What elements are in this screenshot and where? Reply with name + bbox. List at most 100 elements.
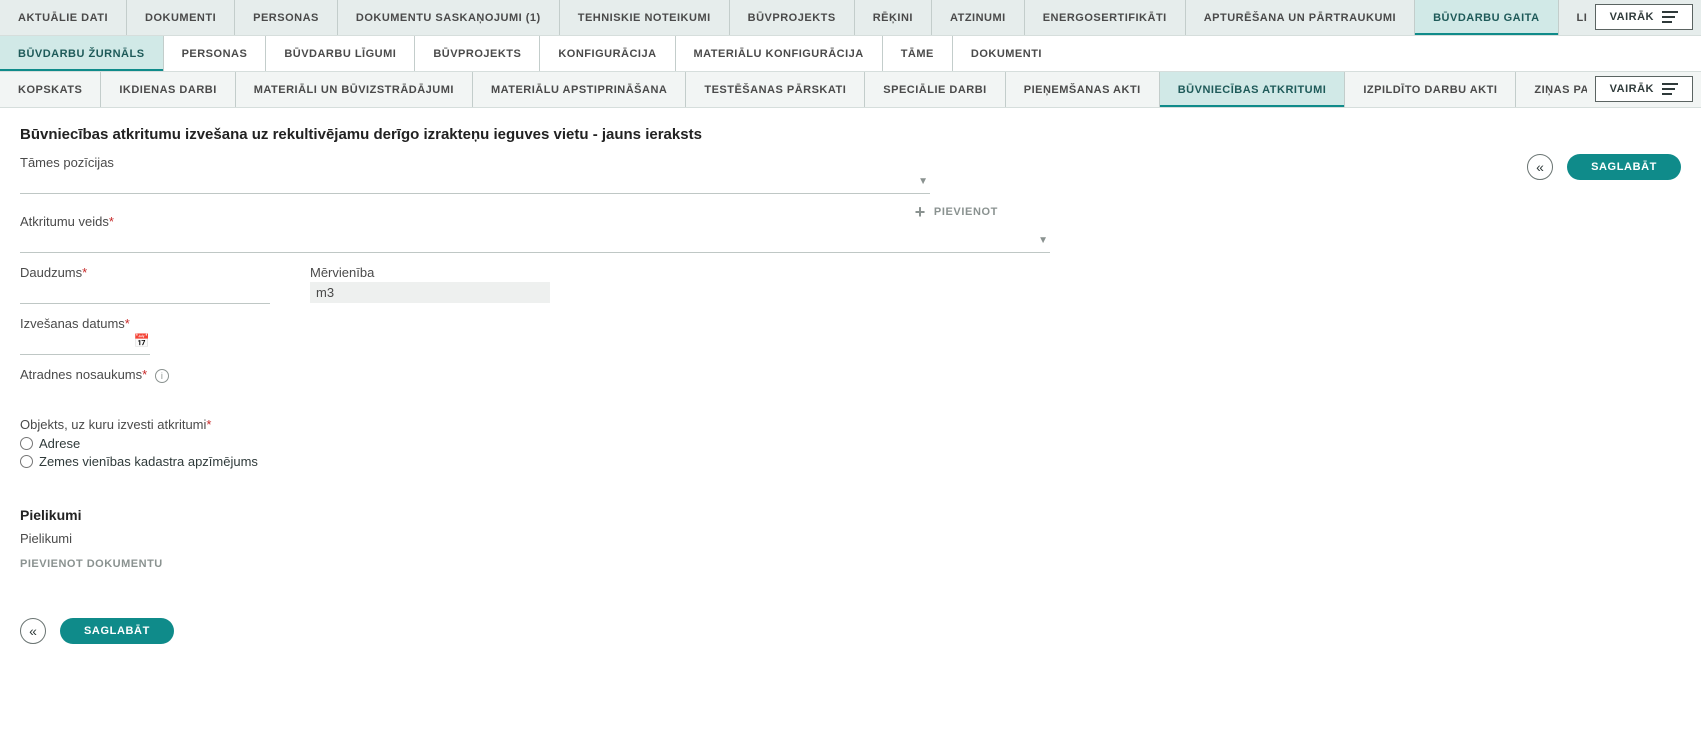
tames-add-button[interactable]: + PIEVIENOT [915,203,998,221]
tab-label: KOPSKATS [18,84,82,96]
tab-label: ATZINUMI [950,12,1006,24]
tab-label: PERSONAS [182,48,248,60]
tabs-level2: BŪVDARBU ŽURNĀLS PERSONAS BŪVDARBU LĪGUMI B… [0,36,1701,72]
tab-label: BŪVDARBU LĪGUMI [284,48,396,60]
chevron-double-left-icon: « [29,623,37,639]
tab-tabs_level3-4[interactable]: TESTĒŠANAS PĀRSKATI [686,72,865,107]
izvesanas-datums-input[interactable] [20,333,150,355]
tab-tabs_level1-9[interactable]: APTURĒŠANA UN PĀRTRAUKUMI [1186,0,1415,35]
more-button-label: VAIRĀK [1610,11,1654,23]
atkritumu-veids-select[interactable] [20,231,1050,253]
tab-tabs_level3-1[interactable]: IKDIENAS DARBI [101,72,235,107]
tab-tabs_level2-3[interactable]: BŪVPROJEKTS [415,36,540,71]
radio-kadastrs-row[interactable]: Zemes vienības kadastra apzīmējums [20,454,1681,469]
tab-label: BŪVNIECĪBAS ATKRITUMI [1178,84,1327,96]
tab-label: BŪVDARBU ŽURNĀLS [18,48,145,60]
tab-tabs_level2-4[interactable]: KONFIGURĀCIJA [540,36,675,71]
tab-label: RĒĶINI [873,12,913,24]
tames-select[interactable] [20,172,930,194]
tab-label: PERSONAS [253,12,319,24]
tab-label: SPECIĀLIE DARBI [883,84,986,96]
tab-tabs_level3-7[interactable]: BŪVNIECĪBAS ATKRITUMI [1160,72,1346,107]
tab-tabs_level2-0[interactable]: BŪVDARBU ŽURNĀLS [0,36,164,71]
tab-tabs_level2-7[interactable]: DOKUMENTI [953,36,1060,71]
tab-label: DOKUMENTI [145,12,216,24]
tab-label: IZPILDĪTO DARBU AKTI [1363,84,1497,96]
save-button-top[interactable]: SAGLABĀT [1567,154,1681,180]
tab-label: DOKUMENTU SASKAŅOJUMI (1) [356,12,541,24]
daudzums-input[interactable] [20,282,270,304]
tab-tabs_level1-1[interactable]: DOKUMENTI [127,0,235,35]
tab-label: PIEŅEMŠANAS AKTI [1024,84,1141,96]
tabs-level3-more-button[interactable]: VAIRĀK [1595,76,1693,102]
back-circle-button-bottom[interactable]: « [20,618,46,644]
add-document-button[interactable]: PIEVIENOT DOKUMENTU [20,558,1681,570]
burger-icon [1662,11,1678,23]
tab-label: ZIŅAS PAR AVĀRIJU [1534,84,1586,96]
tab-tabs_level3-8[interactable]: IZPILDĪTO DARBU AKTI [1345,72,1516,107]
tab-tabs_level1-10[interactable]: BŪVDARBU GAITA [1415,0,1558,35]
tabs-level1-more-button[interactable]: VAIRĀK [1595,4,1693,30]
tab-tabs_level1-2[interactable]: PERSONAS [235,0,338,35]
radio-adrese-input[interactable] [20,437,33,450]
tabs-level1: AKTUĀLIE DATI DOKUMENTI PERSONAS DOKUMENTU … [0,0,1701,36]
tab-label: KONFIGURĀCIJA [558,48,656,60]
tab-label: ENERGOSERTIFIKĀTI [1043,12,1167,24]
save-button-bottom[interactable]: SAGLABĀT [60,618,174,644]
tab-label: TESTĒŠANAS PĀRSKATI [704,84,846,96]
tab-label: TEHNISKIE NOTEIKUMI [578,12,711,24]
tab-tabs_level1-7[interactable]: ATZINUMI [932,0,1025,35]
daudzums-label: Daudzums [20,265,82,280]
tab-tabs_level2-5[interactable]: MATERIĀLU KONFIGURĀCIJA [676,36,883,71]
tab-tabs_level2-2[interactable]: BŪVDARBU LĪGUMI [266,36,415,71]
tab-tabs_level3-0[interactable]: KOPSKATS [0,72,101,107]
tab-tabs_level1-8[interactable]: ENERGOSERTIFIKĀTI [1025,0,1186,35]
tabs-level3: KOPSKATS IKDIENAS DARBI MATERIĀLI UN BŪVIZ… [0,72,1701,108]
radio-kadastrs-label: Zemes vienības kadastra apzīmējums [39,454,258,469]
izvesanas-datums-label: Izvešanas datums [20,316,125,331]
tab-tabs_level3-2[interactable]: MATERIĀLI UN BŪVIZSTRĀDĀJUMI [236,72,473,107]
mervieniba-label: Mērvienība [310,265,550,280]
attachments-label: Pielikumi [20,531,1681,546]
radio-kadastrs-input[interactable] [20,455,33,468]
tab-tabs_level1-0[interactable]: AKTUĀLIE DATI [0,0,127,35]
atradnes-label: Atradnes nosaukums [20,367,142,382]
tab-tabs_level2-6[interactable]: TĀME [883,36,953,71]
tab-tabs_level3-9[interactable]: ZIŅAS PAR AVĀRIJU [1516,72,1586,107]
radio-adrese-label: Adrese [39,436,80,451]
calendar-icon[interactable]: 📅 [134,333,150,349]
tab-tabs_level1-6[interactable]: RĒĶINI [855,0,932,35]
tab-label: MATERIĀLU KONFIGURĀCIJA [694,48,864,60]
burger-icon [1662,83,1678,95]
tab-label: TĀME [901,48,934,60]
tab-label: MATERIĀLI UN BŪVIZSTRĀDĀJUMI [254,84,454,96]
tames-add-label: PIEVIENOT [934,206,998,218]
objekts-label: Objekts, uz kuru izvesti atkritumi [20,417,206,432]
tab-tabs_level2-1[interactable]: PERSONAS [164,36,267,71]
attachments-heading: Pielikumi [20,507,1681,523]
tab-tabs_level3-6[interactable]: PIEŅEMŠANAS AKTI [1006,72,1160,107]
atkritumu-veids-label: Atkritumu veids [20,214,109,229]
tab-tabs_level1-4[interactable]: TEHNISKIE NOTEIKUMI [560,0,730,35]
tab-label: BŪVDARBU GAITA [1433,12,1539,24]
tab-label: MATERIĀLU APSTIPRINĀŠANA [491,84,667,96]
tab-tabs_level3-5[interactable]: SPECIĀLIE DARBI [865,72,1005,107]
tames-label: Tāmes pozīcijas [20,155,1036,170]
back-circle-button[interactable]: « [1527,154,1553,180]
tab-label: AKTUĀLIE DATI [18,12,108,24]
tab-tabs_level1-11[interactable]: LIETAS PILN [1559,0,1587,35]
plus-icon: + [915,203,926,221]
info-icon[interactable]: i [155,369,169,383]
tab-label: APTURĒŠANA UN PĀRTRAUKUMI [1204,12,1396,24]
tab-label: DOKUMENTI [971,48,1042,60]
page-title: Būvniecības atkritumu izvešana uz rekult… [20,126,1681,143]
tab-label: IKDIENAS DARBI [119,84,216,96]
tab-label: LIETAS PILN [1577,12,1587,24]
tab-label: BŪVPROJEKTS [748,12,836,24]
tab-label: BŪVPROJEKTS [433,48,521,60]
tab-tabs_level1-5[interactable]: BŪVPROJEKTS [730,0,855,35]
radio-adrese-row[interactable]: Adrese [20,436,1681,451]
tab-tabs_level3-3[interactable]: MATERIĀLU APSTIPRINĀŠANA [473,72,686,107]
tab-tabs_level1-3[interactable]: DOKUMENTU SASKAŅOJUMI (1) [338,0,560,35]
chevron-double-left-icon: « [1536,159,1544,175]
